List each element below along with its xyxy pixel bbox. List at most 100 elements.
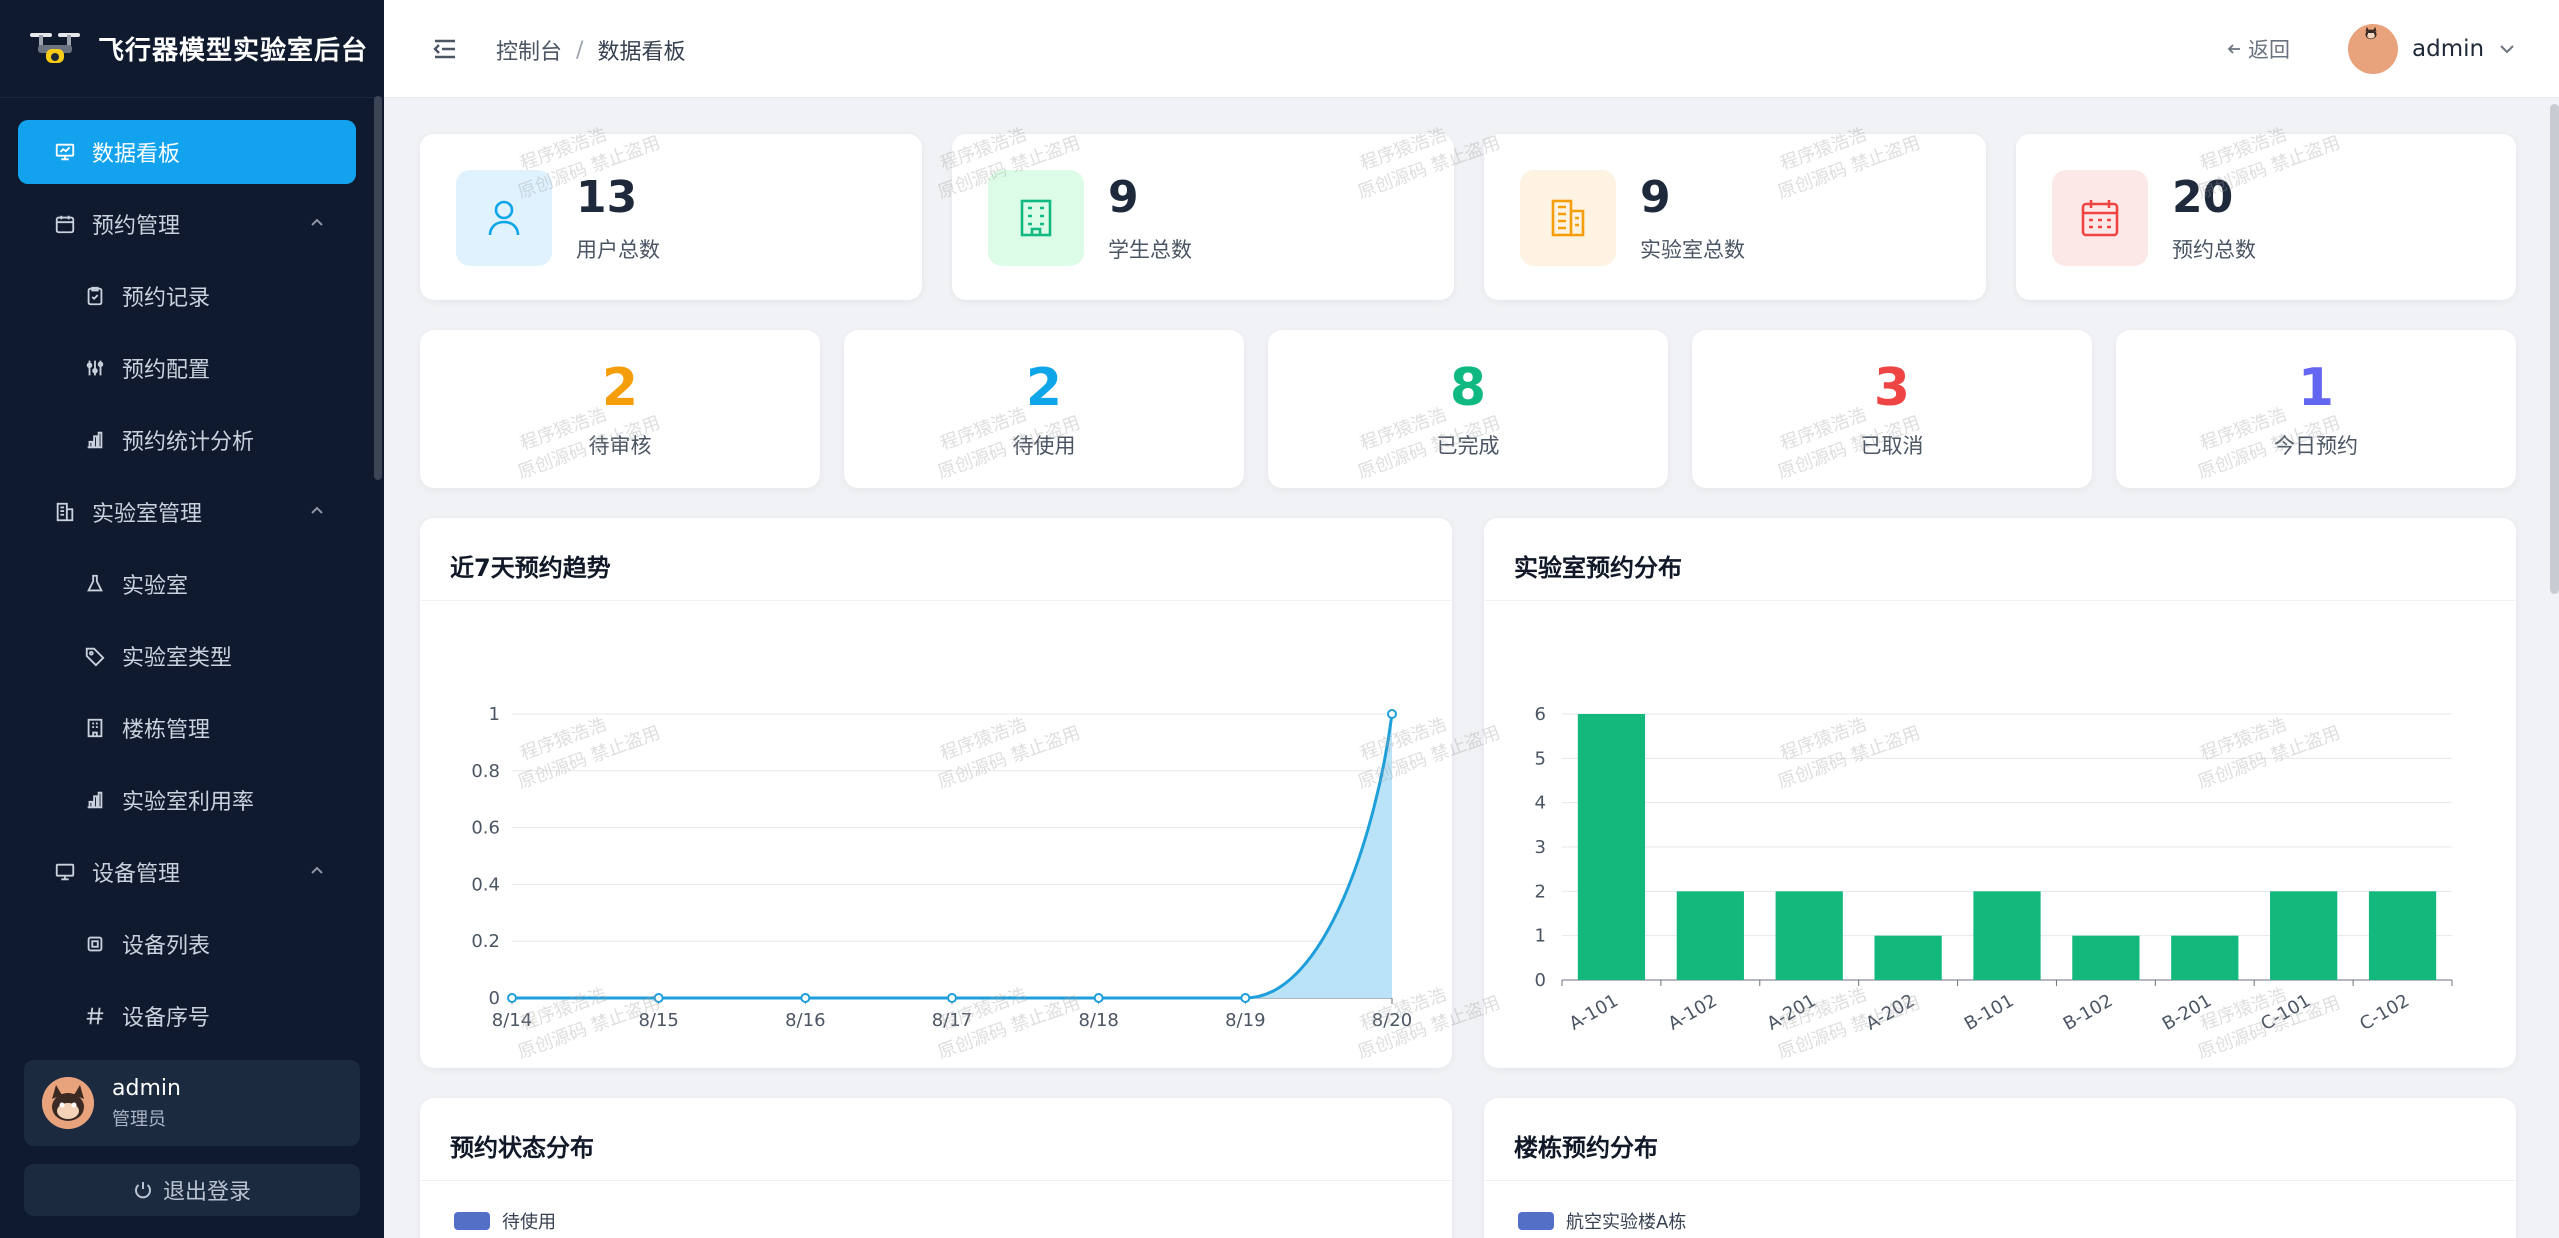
menu-fold-icon[interactable] bbox=[432, 36, 458, 62]
bar bbox=[2368, 891, 2437, 980]
sidebar-item-device-list[interactable]: 设备列表 bbox=[18, 912, 356, 976]
chevron-up-icon bbox=[311, 506, 323, 514]
bar-chart-icon bbox=[84, 789, 106, 811]
x-tick-label: A-202 bbox=[1862, 990, 1918, 1035]
x-tick-label: A-201 bbox=[1764, 990, 1820, 1035]
avatar bbox=[42, 1077, 94, 1129]
breadcrumb-separator: / bbox=[576, 37, 584, 63]
sidebar-item-lab-utilization[interactable]: 实验室利用率 bbox=[18, 768, 356, 832]
data-point bbox=[1387, 709, 1397, 719]
monitor-icon bbox=[54, 861, 76, 883]
logout-button[interactable]: 退出登录 bbox=[24, 1164, 360, 1216]
lab-chart: 0 1 2 3 4 5 6 A-101 A-102 A-201 A-202 B-101 B-102 B-2… bbox=[1535, 704, 2453, 1035]
sidebar-item-lab[interactable]: 实验室 bbox=[18, 552, 356, 616]
bar bbox=[2270, 891, 2338, 980]
status-label: 今日预约 bbox=[2274, 434, 2358, 458]
building-distribution-panel: 楼栋预约分布 航空实验楼A栋 bbox=[1484, 1098, 2516, 1238]
top-header: 控制台 / 数据看板 返回 admin bbox=[384, 0, 2559, 98]
data-point bbox=[653, 993, 664, 1003]
x-tick-label: 8/17 bbox=[932, 1010, 972, 1031]
sidebar-item-booking-stats[interactable]: 预约统计分析 bbox=[18, 408, 356, 472]
trend-chart-panel: 近7天预约趋势 0 0.2 0.4 0.6 0.8 1 8/14 8/15 8/16 8/17 8/… bbox=[420, 518, 1452, 1068]
legend-label: 待使用 bbox=[502, 1212, 556, 1233]
trend-chart: 0 0.2 0.4 0.6 0.8 1 8/14 8/15 8/16 8/17 8/18 8/19 8/… bbox=[471, 704, 1412, 1031]
stat-value: 20 bbox=[2172, 172, 2234, 223]
panel-title: 楼栋预约分布 bbox=[1514, 1134, 1658, 1162]
sidebar-item-dashboard[interactable]: 数据看板 bbox=[18, 120, 356, 184]
status-value: 3 bbox=[1873, 358, 1911, 418]
flask-icon bbox=[84, 573, 106, 595]
dashboard-icon bbox=[54, 141, 76, 163]
legend-swatch bbox=[1518, 1212, 1554, 1230]
sidebar-item-booking-management[interactable]: 预约管理 bbox=[18, 192, 356, 256]
tag-icon bbox=[84, 645, 106, 667]
sidebar-item-label: 预约统计分析 bbox=[122, 430, 255, 455]
y-tick-label: 0.6 bbox=[471, 818, 500, 839]
sidebar-item-label: 实验室类型 bbox=[122, 646, 233, 671]
stat-value: 13 bbox=[576, 172, 638, 223]
y-tick-label: 4 bbox=[1535, 793, 1546, 814]
sidebar-item-booking-records[interactable]: 预约记录 bbox=[18, 264, 356, 328]
x-tick-label: C-102 bbox=[2356, 990, 2413, 1035]
x-tick-label: 8/16 bbox=[785, 1010, 825, 1031]
status-card-completed: 8 已完成 bbox=[1268, 330, 1668, 488]
sidebar-item-label: 实验室 bbox=[122, 574, 189, 599]
bar bbox=[1577, 714, 1646, 980]
y-tick-label: 1 bbox=[489, 704, 500, 725]
data-point bbox=[947, 993, 957, 1003]
chart-legend[interactable]: 待使用 bbox=[454, 1208, 556, 1234]
divider bbox=[1484, 1180, 2516, 1181]
sidebar-item-device-serials[interactable]: 设备序号 bbox=[18, 984, 356, 1030]
clipboard-icon bbox=[84, 285, 106, 307]
y-tick-label: 1 bbox=[1535, 926, 1546, 947]
x-tick-label: 8/18 bbox=[1078, 1010, 1118, 1031]
sidebar-scrollbar[interactable] bbox=[374, 96, 382, 480]
status-label: 已取消 bbox=[1860, 434, 1924, 458]
chevron-down-icon bbox=[2500, 45, 2514, 54]
sidebar-item-buildings[interactable]: 楼栋管理 bbox=[18, 696, 356, 760]
data-point bbox=[507, 993, 517, 1003]
status-label: 待使用 bbox=[1012, 434, 1076, 458]
sidebar-item-lab-management[interactable]: 实验室管理 bbox=[18, 480, 356, 544]
sliders-icon bbox=[84, 357, 106, 379]
chart-legend[interactable]: 航空实验楼A栋 bbox=[1518, 1208, 1686, 1234]
x-tick-label: 8/14 bbox=[492, 1010, 532, 1031]
stat-label: 实验室总数 bbox=[1640, 238, 1745, 262]
logout-label: 退出登录 bbox=[162, 1180, 251, 1205]
breadcrumb-current: 数据看板 bbox=[597, 40, 686, 65]
stat-icon-wrap bbox=[988, 170, 1084, 266]
x-tick-label: A-102 bbox=[1665, 990, 1721, 1035]
stat-label: 学生总数 bbox=[1108, 238, 1192, 262]
sidebar-item-label: 设备序号 bbox=[122, 1006, 211, 1030]
stat-card-users: 13 用户总数 bbox=[420, 134, 922, 300]
sidebar-item-label: 实验室利用率 bbox=[122, 790, 255, 815]
stat-label: 用户总数 bbox=[576, 238, 660, 262]
stat-label: 预约总数 bbox=[2172, 238, 2256, 262]
data-point bbox=[800, 993, 811, 1003]
stat-icon-wrap bbox=[2052, 170, 2148, 266]
stat-icon-wrap bbox=[1520, 170, 1616, 266]
user-icon bbox=[488, 200, 520, 236]
sidebar-item-lab-types[interactable]: 实验室类型 bbox=[18, 624, 356, 688]
sidebar-item-label: 数据看板 bbox=[92, 142, 181, 167]
x-tick-label: C-101 bbox=[2257, 990, 2314, 1035]
status-value: 2 bbox=[1025, 358, 1063, 418]
stat-card-bookings: 20 预约总数 bbox=[2016, 134, 2516, 300]
x-tick-label: 8/19 bbox=[1225, 1010, 1265, 1031]
x-tick-label: B-201 bbox=[2159, 990, 2216, 1035]
back-button[interactable]: 返回 bbox=[2226, 34, 2290, 64]
stat-icon-wrap bbox=[456, 170, 552, 266]
breadcrumb-home[interactable]: 控制台 bbox=[496, 34, 562, 66]
header-user-menu[interactable]: admin bbox=[2348, 24, 2516, 74]
page-scrollbar[interactable] bbox=[2550, 104, 2559, 594]
office-icon bbox=[84, 717, 106, 739]
chevron-up-icon bbox=[311, 866, 323, 874]
sidebar-item-device-management[interactable]: 设备管理 bbox=[18, 840, 356, 904]
y-tick-label: 6 bbox=[1535, 704, 1546, 725]
hash-icon bbox=[84, 1005, 106, 1027]
y-tick-label: 3 bbox=[1535, 837, 1546, 858]
sidebar-item-label: 预约记录 bbox=[122, 286, 211, 311]
y-tick-label: 5 bbox=[1535, 748, 1546, 769]
sidebar-item-booking-config[interactable]: 预约配置 bbox=[18, 336, 356, 400]
status-card-pending: 2 待审核 bbox=[420, 330, 820, 488]
